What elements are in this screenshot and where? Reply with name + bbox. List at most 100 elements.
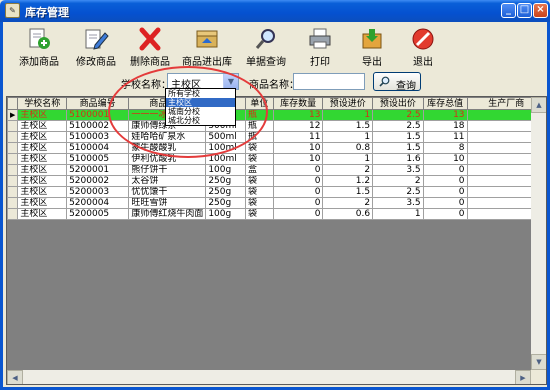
cell-unit[interactable]: 袋	[245, 197, 274, 209]
maximize-button[interactable]: □	[517, 3, 532, 18]
row-indicator[interactable]	[7, 120, 19, 132]
cell-product-name[interactable]: 太谷饼	[128, 175, 207, 187]
exit-button[interactable]: 退出	[393, 24, 453, 68]
cell-stock-value[interactable]: 0	[422, 186, 468, 198]
row-indicator[interactable]	[7, 175, 19, 187]
cell-stock-qty[interactable]: 0	[272, 208, 324, 220]
cell-school[interactable]: 主校区	[17, 142, 68, 154]
cell-spec[interactable]: 100g	[205, 208, 247, 220]
cell-stock-qty[interactable]: 12	[272, 120, 324, 132]
cell-sale-price[interactable]: 1.6	[372, 153, 424, 165]
cell-sale-price[interactable]: 3.5	[372, 164, 424, 176]
cell-stock-qty[interactable]: 0	[272, 197, 324, 209]
row-indicator[interactable]	[7, 208, 19, 220]
cell-purchase-price[interactable]: 1	[322, 153, 374, 165]
cell-product-name[interactable]: 熊仔饼干	[128, 164, 207, 176]
cell-purchase-price[interactable]: 1	[322, 131, 374, 143]
cell-product-code[interactable]: 5100005	[66, 153, 130, 165]
cell-school[interactable]: 主校区	[17, 164, 68, 176]
table-row[interactable]: 主校区 5100003 娃哈哈矿泉水 500ml 瓶 11 1 1.5 11	[7, 131, 546, 143]
cell-purchase-price[interactable]: 1.2	[322, 175, 374, 187]
row-indicator[interactable]	[7, 142, 19, 154]
cell-stock-qty[interactable]: 0	[272, 164, 324, 176]
cell-spec[interactable]: 500ml	[205, 131, 247, 143]
cell-school[interactable]: 主校区	[17, 186, 68, 198]
column-header-sale-price[interactable]: 预设出价	[372, 97, 424, 110]
cell-stock-qty[interactable]: 0	[272, 186, 324, 198]
cell-sale-price[interactable]: 1	[372, 208, 424, 220]
vertical-scrollbar[interactable]: ▲ ▼	[531, 97, 546, 370]
cell-product-code[interactable]: 5200001	[66, 164, 130, 176]
cell-unit[interactable]: 瓶	[245, 120, 274, 132]
cell-stock-value[interactable]: 18	[422, 120, 468, 132]
column-header-stock-qty[interactable]: 库存数量	[272, 97, 324, 110]
cell-product-code[interactable]: 5200005	[66, 208, 130, 220]
cell-purchase-price[interactable]: 1.5	[322, 120, 374, 132]
column-header-school[interactable]: 学校名称	[17, 97, 68, 110]
cell-spec[interactable]: 250g	[205, 197, 247, 209]
add-product-button[interactable]: 添加商品	[9, 24, 69, 68]
cell-product-code[interactable]: 5100001	[66, 109, 130, 121]
scroll-left-icon[interactable]: ◀	[7, 370, 23, 384]
cell-product-name[interactable]: 伊利优酸乳	[128, 153, 207, 165]
minimize-button[interactable]: _	[501, 3, 516, 18]
edit-product-button[interactable]: 修改商品	[66, 24, 126, 68]
cell-stock-value[interactable]: 0	[422, 208, 468, 220]
cell-school[interactable]: 主校区	[17, 197, 68, 209]
cell-sale-price[interactable]: 2	[372, 175, 424, 187]
cell-product-name[interactable]: 旺旺雪饼	[128, 197, 207, 209]
dropdown-option[interactable]: 城南分校	[166, 107, 235, 116]
row-indicator[interactable]	[7, 164, 19, 176]
cell-purchase-price[interactable]: 0.6	[322, 208, 374, 220]
dropdown-option[interactable]: 所有学校	[166, 89, 235, 98]
dropdown-option[interactable]: 城北分校	[166, 116, 235, 125]
cell-sale-price[interactable]: 1.5	[372, 142, 424, 154]
cell-spec[interactable]: 250g	[205, 175, 247, 187]
column-header-purchase-price[interactable]: 预设进价	[322, 97, 374, 110]
column-header-stock-value[interactable]: 库存总值	[422, 97, 468, 110]
scroll-right-icon[interactable]: ▶	[515, 370, 531, 384]
cell-product-code[interactable]: 5100003	[66, 131, 130, 143]
query-button[interactable]: 查询	[373, 72, 421, 92]
cell-spec[interactable]: 100ml	[205, 142, 247, 154]
row-indicator[interactable]	[7, 131, 19, 143]
school-dropdown-list[interactable]: 所有学校 主校区 城南分校 城北分校	[165, 88, 236, 126]
cell-stock-value[interactable]: 11	[422, 131, 468, 143]
print-button[interactable]: 打印	[290, 24, 350, 68]
cell-product-name[interactable]: 娃哈哈矿泉水	[128, 131, 207, 143]
cell-product-code[interactable]: 5100002	[66, 120, 130, 132]
cell-stock-value[interactable]: 13	[422, 109, 468, 121]
cell-purchase-price[interactable]: 2	[322, 164, 374, 176]
cell-unit[interactable]: 瓶	[245, 131, 274, 143]
cell-unit[interactable]: 袋	[245, 142, 274, 154]
table-row[interactable]: 主校区 5100002 康师傅绿茶 500ml 瓶 12 1.5 2.5 18	[7, 120, 546, 132]
row-indicator[interactable]	[7, 186, 19, 198]
cell-sale-price[interactable]: 1.5	[372, 131, 424, 143]
table-row[interactable]: 主校区 5200001 熊仔饼干 100g 盒 0 2 3.5 0	[7, 164, 546, 176]
cell-sale-price[interactable]: 2.5	[372, 109, 424, 121]
cell-stock-qty[interactable]: 10	[272, 153, 324, 165]
cell-unit[interactable]: 袋	[245, 153, 274, 165]
column-header-unit[interactable]: 单位	[245, 97, 274, 110]
table-row[interactable]: 主校区 5200003 忧忧馕干 250g 袋 0 1.5 2.5 0	[7, 186, 546, 198]
table-row[interactable]: 主校区 5200002 太谷饼 250g 袋 0 1.2 2 0	[7, 175, 546, 187]
table-row[interactable]: 主校区 5200005 康师傅红烧牛肉面 100g 袋 0 0.6 1 0	[7, 208, 546, 220]
close-button[interactable]: ×	[533, 3, 548, 18]
cell-school[interactable]: 主校区	[17, 208, 68, 220]
chevron-down-icon[interactable]: ▼	[223, 74, 238, 89]
cell-stock-value[interactable]: 0	[422, 175, 468, 187]
scroll-down-icon[interactable]: ▼	[531, 354, 546, 370]
stock-in-out-button[interactable]: 商品进出库	[177, 24, 237, 68]
cell-product-name[interactable]: 康师傅红烧牛肉面	[128, 208, 207, 220]
cell-stock-value[interactable]: 0	[422, 164, 468, 176]
row-indicator[interactable]	[7, 197, 19, 209]
table-row[interactable]: 主校区 5100004 蒙牛酸酸乳 100ml 袋 10 0.8 1.5 8	[7, 142, 546, 154]
cell-unit[interactable]: 袋	[245, 186, 274, 198]
cell-purchase-price[interactable]: 0.8	[322, 142, 374, 154]
cell-school[interactable]: 主校区	[17, 120, 68, 132]
cell-stock-qty[interactable]: 13	[272, 109, 324, 121]
dropdown-option[interactable]: 主校区	[166, 98, 235, 107]
table-row[interactable]: 主校区 5100005 伊利优酸乳 100ml 袋 10 1 1.6 10	[7, 153, 546, 165]
cell-stock-qty[interactable]: 11	[272, 131, 324, 143]
cell-school[interactable]: 主校区	[17, 153, 68, 165]
